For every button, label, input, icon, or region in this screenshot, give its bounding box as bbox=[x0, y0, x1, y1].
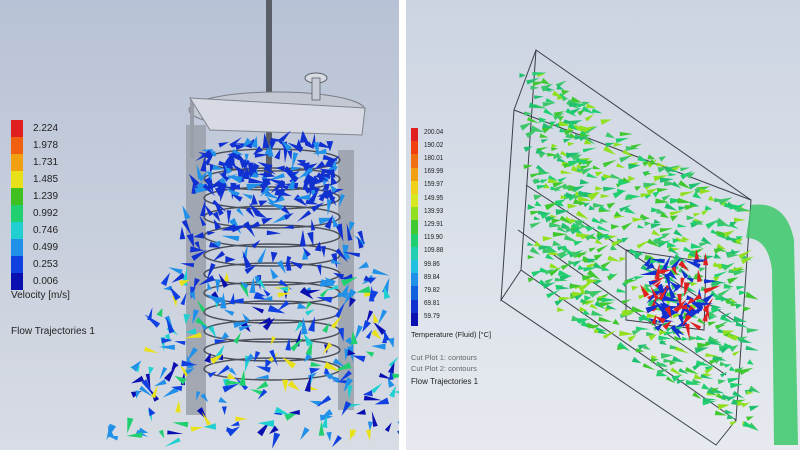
temperature-colorbar-segment bbox=[411, 299, 418, 313]
velocity-arrows bbox=[106, 130, 399, 449]
velocity-colorbar-segment bbox=[11, 239, 23, 256]
temperature-legend-tick: 149.95 bbox=[424, 194, 444, 202]
velocity-colorbar-segment bbox=[11, 188, 23, 205]
velocity-colorbar-segment bbox=[11, 205, 23, 222]
velocity-legend-tick: 1.978 bbox=[33, 139, 59, 151]
temperature-colorbar-segment bbox=[411, 246, 418, 260]
temperature-legend: 200.04 190.02 180.01 169.99 159.97 149.95 139.… bbox=[411, 128, 531, 388]
temperature-legend-tick: 69.81 bbox=[424, 300, 440, 308]
cut-plot-2-caption: Cut Plot 2: contours bbox=[411, 364, 477, 373]
temperature-colorbar-segment bbox=[411, 207, 418, 221]
velocity-legend-tick: 0.746 bbox=[33, 224, 59, 236]
temperature-colorbar-segment bbox=[411, 180, 418, 194]
temperature-simulation-view: 200.04 190.02 180.01 169.99 159.97 149.95 139.… bbox=[406, 0, 800, 450]
temperature-colorbar-segment bbox=[411, 286, 418, 300]
velocity-colorbar-segment bbox=[11, 273, 23, 290]
velocity-legend-tick: 0.992 bbox=[33, 207, 59, 219]
velocity-colorbar-segment bbox=[11, 171, 23, 188]
velocity-colorbar-segment bbox=[11, 154, 23, 171]
temperature-colorbar-segment bbox=[411, 220, 418, 234]
temperature-legend-tick: 129.91 bbox=[424, 221, 444, 228]
temperature-colorbar-segment bbox=[411, 141, 418, 155]
temperature-legend-tick: 190.02 bbox=[424, 141, 444, 149]
velocity-colorbar-segment bbox=[11, 120, 23, 137]
temperature-legend-tick: 159.97 bbox=[424, 181, 444, 189]
temperature-legend-tick: 180.01 bbox=[424, 155, 444, 162]
temperature-legend-tick: 109.88 bbox=[424, 247, 444, 255]
temperature-colorbar-segment bbox=[411, 260, 418, 274]
housing-wireframe bbox=[500, 49, 752, 446]
temperature-colorbar-segment bbox=[411, 273, 418, 287]
temperature-colorbar-segment bbox=[411, 194, 418, 208]
velocity-legend-tick: 0.253 bbox=[33, 258, 59, 270]
temperature-legend-tick: 200.04 bbox=[424, 128, 444, 136]
velocity-legend-tick: 1.239 bbox=[33, 190, 59, 202]
temperature-colorbar-segment bbox=[411, 233, 418, 247]
temperature-legend-tick: 59.79 bbox=[424, 313, 440, 321]
velocity-legend-tick: 1.731 bbox=[33, 156, 59, 168]
cut-plot-1-caption: Cut Plot 1: contours bbox=[411, 353, 477, 362]
velocity-legend-tick: 0.006 bbox=[33, 275, 59, 287]
temperature-legend-tick: 79.82 bbox=[424, 287, 440, 294]
velocity-legend-tick: 0.499 bbox=[33, 241, 59, 253]
temperature-colorbar-segment bbox=[411, 128, 418, 142]
velocity-legend-tick: 2.224 bbox=[33, 122, 59, 134]
velocity-colorbar-segment bbox=[11, 137, 23, 154]
velocity-legend-tick: 1.485 bbox=[33, 173, 59, 185]
velocity-colorbar-segment bbox=[11, 256, 23, 273]
temperature-legend-tick: 99.86 bbox=[424, 260, 440, 268]
panel-divider bbox=[399, 0, 406, 450]
velocity-simulation-view: 2.224 1.978 1.731 1.485 1.239 0.992 0.746 0.499… bbox=[0, 0, 399, 450]
velocity-colorbar-segment bbox=[11, 222, 23, 239]
temperature-colorbar-segment bbox=[411, 167, 418, 181]
temperature-colorbar-segment bbox=[411, 312, 418, 326]
temperature-colorbar-segment bbox=[411, 154, 418, 168]
temperature-legend-tick: 169.99 bbox=[424, 168, 444, 176]
temperature-legend-title: Temperature (Fluid) [°C] bbox=[411, 330, 492, 339]
temperature-legend-tick: 139.93 bbox=[424, 207, 444, 215]
temperature-legend-tick: 119.90 bbox=[424, 234, 443, 242]
left-caption: Flow Trajectories 1 bbox=[11, 326, 95, 337]
temperature-legend-tick: 89.84 bbox=[424, 273, 440, 281]
velocity-legend-title: Velocity [m/s] bbox=[11, 290, 70, 301]
velocity-legend: 2.224 1.978 1.731 1.485 1.239 0.992 0.746 0.499… bbox=[11, 120, 131, 360]
right-caption: Flow Trajectories 1 bbox=[411, 377, 479, 386]
